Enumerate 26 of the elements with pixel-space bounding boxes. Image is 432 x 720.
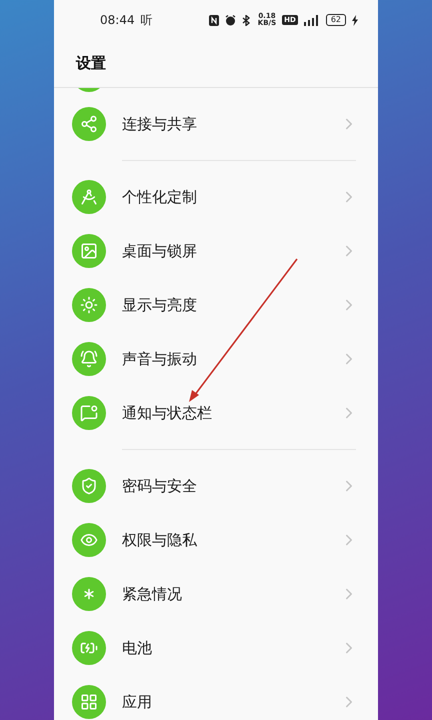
settings-item-label: 应用: [122, 692, 153, 712]
settings-item[interactable]: 连接与共享: [54, 97, 378, 151]
settings-item[interactable]: 显示与亮度: [54, 278, 378, 332]
settings-item-label: 桌面与锁屏: [122, 242, 198, 260]
settings-item-label: 紧急情况: [122, 584, 183, 604]
settings-item-label: 权限与隐私: [122, 530, 198, 550]
settings-item-label: 通知与状态栏: [122, 404, 213, 422]
settings-item[interactable]: 桌面与锁屏: [54, 224, 378, 278]
battery-level: 62: [326, 14, 346, 26]
settings-item-label: 显示与亮度: [122, 296, 198, 314]
settings-item[interactable]: 声音与振动: [54, 332, 378, 386]
settings-item[interactable]: 权限与隐私: [54, 513, 378, 567]
settings-item-label: 声音与振动: [122, 350, 198, 368]
settings-item[interactable]: 密码与安全: [54, 459, 378, 513]
settings-item-label: 个性化定制: [122, 188, 198, 206]
settings-item-label: 电池: [122, 638, 153, 658]
settings-item[interactable]: 个性化定制: [54, 170, 378, 224]
status-time: 08:44: [100, 13, 135, 27]
settings-item[interactable]: 通知与状态栏: [54, 386, 378, 440]
settings-item[interactable]: 电池: [54, 621, 378, 675]
notification-glyph: 听: [140, 12, 153, 28]
settings-item[interactable]: 紧急情况: [54, 567, 378, 621]
settings-item[interactable]: 应用: [54, 675, 378, 720]
settings-item-label: 连接与共享: [122, 114, 198, 134]
page-title: 设置: [76, 54, 106, 73]
settings-item-label: 密码与安全: [122, 476, 198, 496]
